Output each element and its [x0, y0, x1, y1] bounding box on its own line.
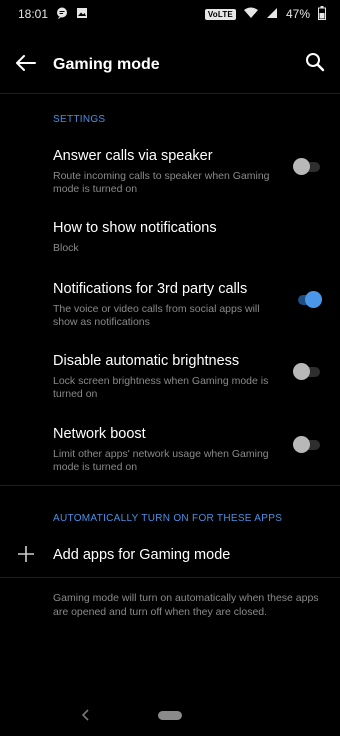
volte-badge: VoLTE: [204, 8, 236, 20]
toggle-thumb: [293, 436, 310, 453]
setting-title: Notifications for 3rd party calls: [53, 281, 248, 297]
battery-percent: 47%: [285, 7, 310, 21]
third-party-calls-toggle[interactable]: [292, 291, 322, 309]
auto-apps-section-header: AUTOMATICALLY TURN ON FOR THESE APPS: [53, 513, 283, 524]
signal-icon: [266, 7, 278, 22]
disable-auto-brightness-toggle[interactable]: [292, 363, 322, 381]
setting-subtitle: Lock screen brightness when Gaming mode …: [53, 375, 269, 400]
setting-subtitle: The voice or video calls from social app…: [53, 303, 260, 328]
setting-disable-auto-brightness[interactable]: Disable automatic brightness Lock screen…: [0, 353, 340, 403]
setting-network-boost[interactable]: Network boost Limit other apps' network …: [0, 426, 340, 476]
battery-icon: [318, 5, 326, 23]
search-icon: [305, 52, 325, 77]
setting-title: Network boost: [53, 426, 146, 442]
answer-calls-speaker-toggle[interactable]: [292, 158, 322, 176]
back-arrow-icon: [16, 54, 36, 76]
setting-title: How to show notifications: [53, 220, 217, 236]
setting-third-party-call-notifications[interactable]: Notifications for 3rd party calls The vo…: [0, 281, 340, 331]
status-right: VoLTE 47%: [204, 5, 326, 23]
image-icon: [76, 7, 88, 22]
setting-subtitle: Limit other apps' network usage when Gam…: [53, 448, 269, 473]
setting-subtitle: Route incoming calls to speaker when Gam…: [53, 170, 270, 195]
footer-divider: [0, 577, 340, 578]
network-boost-toggle[interactable]: [292, 436, 322, 454]
wifi-icon: [243, 7, 258, 22]
status-bar: 18:01 VoLTE 47%: [0, 0, 340, 28]
search-button[interactable]: [303, 52, 327, 76]
message-icon: [56, 7, 68, 22]
status-time: 18:01: [18, 7, 49, 21]
add-apps-button[interactable]: Add apps for Gaming mode: [0, 537, 340, 573]
app-bar: Gaming mode: [0, 42, 340, 88]
setting-answer-calls-speaker[interactable]: Answer calls via speaker Route incoming …: [0, 148, 340, 198]
setting-how-to-show-notifications[interactable]: How to show notifications Block: [0, 220, 340, 256]
settings-section-header: SETTINGS: [53, 114, 106, 125]
nav-home-pill[interactable]: [158, 711, 182, 720]
toggle-thumb: [305, 291, 322, 308]
page-title: Gaming mode: [53, 56, 160, 73]
status-left: 18:01: [18, 7, 88, 22]
plus-icon: [17, 545, 35, 563]
footer-note: Gaming mode will turn on automatically w…: [53, 592, 319, 618]
toggle-thumb: [293, 158, 310, 175]
back-button[interactable]: [14, 53, 38, 77]
setting-title: Disable automatic brightness: [53, 353, 240, 369]
navigation-bar: [0, 700, 340, 736]
toggle-thumb: [293, 363, 310, 380]
nav-back-icon[interactable]: [80, 708, 94, 724]
header-divider: [0, 93, 340, 94]
setting-title: Answer calls via speaker: [53, 148, 213, 164]
section-divider: [0, 485, 340, 486]
add-apps-label: Add apps for Gaming mode: [53, 547, 231, 563]
setting-subtitle: Block: [53, 242, 79, 254]
